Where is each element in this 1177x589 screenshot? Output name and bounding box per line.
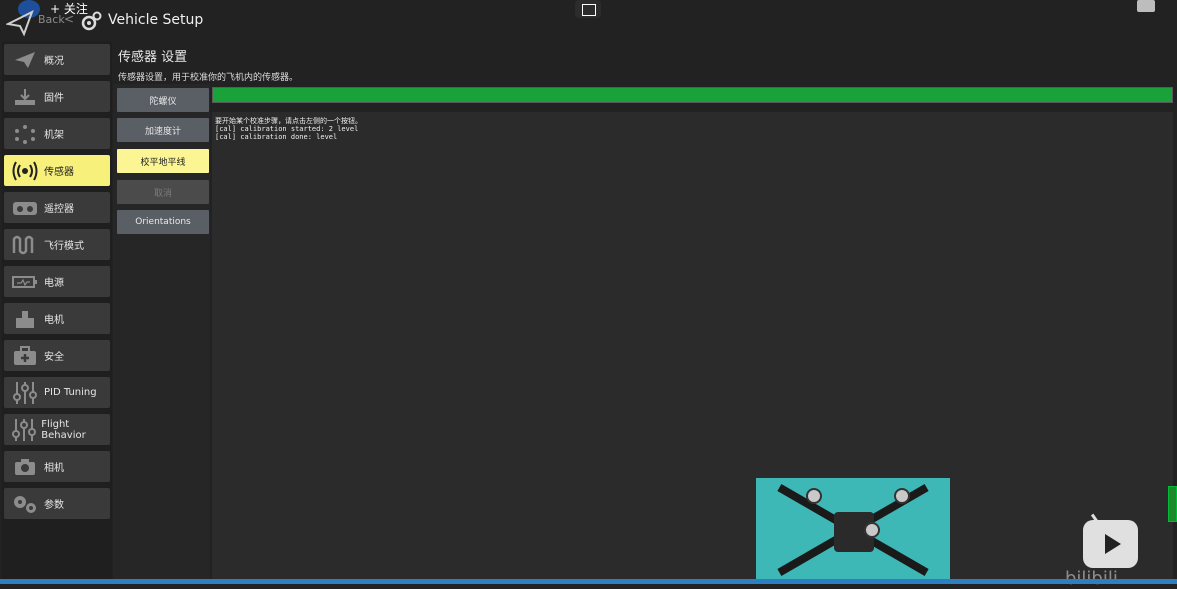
motor-icon [10,307,40,331]
orientations-button[interactable]: Orientations [117,210,209,234]
progress-fill [213,88,1172,102]
sidebar-item-safety[interactable]: 安全 [4,340,110,371]
airframe-icon [10,122,40,146]
medkit-icon [10,344,40,368]
app-window: + 关注 Back < Vehicle Setup 概况 固件 机架 传感器 遥… [0,0,1177,589]
gear-icon [81,11,102,31]
sidebar-item-pid-tuning[interactable]: PID Tuning [4,377,110,408]
sidebar-item-label: 概况 [44,56,64,67]
log-line: [cal] calibration started: 2 level [215,125,359,133]
sidebar-item-label: 参数 [44,500,64,511]
gears-icon [10,492,40,516]
drone-video-thumbnail [756,478,950,584]
sidebar-item-motors[interactable]: 电机 [4,303,110,334]
sidebar: 概况 固件 机架 传感器 遥控器 飞行模式 电源 电机 安全 PID Tunin… [2,41,112,584]
sliders-icon [10,418,37,442]
download-icon [10,85,40,109]
exit-fullscreen-icon[interactable] [575,0,601,18]
sidebar-item-radio[interactable]: 遥控器 [4,192,110,223]
paper-plane-icon [10,48,40,72]
propeller-icon [806,488,822,504]
sidebar-item-label: 电源 [44,278,64,289]
sidebar-item-power[interactable]: 电源 [4,266,110,297]
sidebar-item-label: 传感器 [44,167,74,178]
camera-icon [10,455,40,479]
gyro-button[interactable]: 陀螺仪 [117,88,209,112]
calibration-progress-bar [212,87,1173,103]
log-line: [cal] calibration done: level [215,133,338,141]
sidebar-item-label: 机架 [44,130,64,141]
sidebar-item-label: PID Tuning [44,387,97,398]
app-title: Vehicle Setup [108,12,204,28]
chevron-left-icon: < [64,12,75,26]
wave-icon [10,233,40,257]
sidebar-item-label: 飞行模式 [44,241,84,252]
sidebar-item-label: 安全 [44,352,64,363]
sidebar-item-camera[interactable]: 相机 [4,451,110,482]
sidebar-item-label: 遥控器 [44,204,74,215]
calibration-log[interactable]: 要开始某个校准步骤，请点击左侧的一个按钮。 [cal] calibration … [212,112,1173,584]
accelerometer-button[interactable]: 加速度计 [117,118,209,142]
propeller-icon [864,522,880,538]
scroll-handle[interactable] [1168,486,1177,522]
sidebar-item-sensors[interactable]: 传感器 [4,155,110,186]
comment-icon[interactable] [1137,0,1155,12]
page-subtitle: 传感器设置，用于校准你的飞机内的传感器。 [118,73,299,83]
sidebar-item-airframe[interactable]: 机架 [4,118,110,149]
calibration-button-column: 陀螺仪 加速度计 校平地平线 取消 Orientations [113,84,210,584]
sidebar-item-flight-modes[interactable]: 飞行模式 [4,229,110,260]
sidebar-item-parameters[interactable]: 参数 [4,488,110,519]
sidebar-item-label: 电机 [44,315,64,326]
remote-control-icon [10,196,40,220]
cancel-button: 取消 [117,180,209,204]
sidebar-item-label: Flight Behavior [41,418,86,441]
sidebar-item-firmware[interactable]: 固件 [4,81,110,112]
sliders-icon [10,381,40,405]
video-play-icon[interactable] [1083,520,1138,568]
top-bar: + 关注 Back < Vehicle Setup [0,0,1177,40]
radio-waves-icon [10,159,40,183]
back-button[interactable]: Back [38,13,65,26]
sidebar-item-summary[interactable]: 概况 [4,44,110,75]
video-progress-bar[interactable] [0,579,1177,584]
sidebar-item-flight-behavior[interactable]: Flight Behavior [4,414,110,445]
page-title: 传感器 设置 [118,50,188,65]
sidebar-item-label: 固件 [44,93,64,104]
sidebar-item-label: 相机 [44,463,64,474]
propeller-icon [894,488,910,504]
level-horizon-button[interactable]: 校平地平线 [117,149,209,173]
battery-icon [10,270,40,294]
